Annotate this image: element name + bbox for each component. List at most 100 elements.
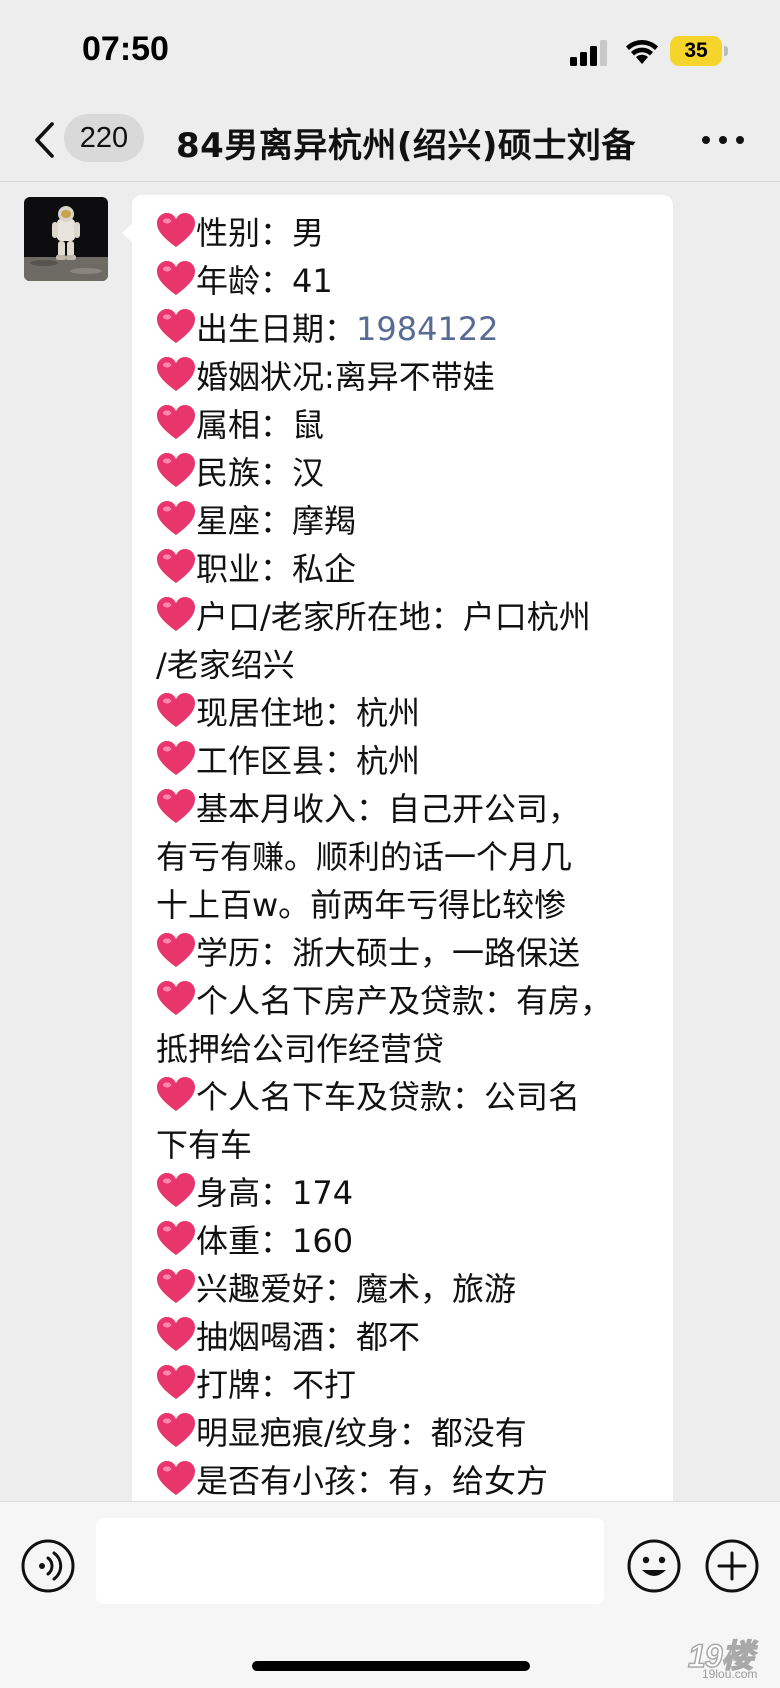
message-line: 民族：汉 [156,449,663,497]
red-heart-icon [157,1221,195,1255]
astronaut-avatar-image [24,197,108,281]
message-input[interactable] [96,1518,604,1604]
message-line: 个人名下车及贷款：公司名 [156,1073,663,1121]
message-line-text: 个人名下车及贷款：公司名 [196,1078,581,1116]
plus-icon[interactable] [704,1538,760,1594]
message-line: 抽烟喝酒：都不 [156,1313,663,1361]
message-line: 职业：私企 [156,545,663,593]
message-line-text: 工作区县：杭州 [196,742,421,780]
message-line-text: 明显疤痕/纹身：都没有 [196,1414,527,1452]
message-line: 学历：浙大硕士，一路保送 [156,929,663,977]
message-line: 十上百w。前两年亏得比较惨 [156,881,663,929]
chevron-left-icon[interactable] [30,118,60,162]
red-heart-icon [157,1269,195,1303]
red-heart-icon [157,261,195,295]
red-heart-icon [157,1365,195,1399]
watermark-domain: 19lou.com [702,1667,758,1681]
red-heart-icon [157,1317,195,1351]
message-line: 星座：摩羯 [156,497,663,545]
message-line-text: 学历：浙大硕士，一路保送 [196,934,581,972]
battery-level: 35 [670,36,722,66]
message-line: 出生日期：1984122 [156,305,663,353]
message-line-text: 下有车 [156,1126,253,1164]
red-heart-icon [157,981,195,1015]
message-line: 工作区县：杭州 [156,737,663,785]
status-bar: 07:50 35 [0,0,780,100]
message-line: 有亏有赚。顺利的话一个月几 [156,833,663,881]
voice-icon[interactable] [20,1538,76,1594]
phone-number-link[interactable]: 1984122 [356,310,499,348]
message-line: 现居住地：杭州 [156,689,663,737]
message-line-text: 职业：私企 [196,550,357,588]
message-line-text: /老家绍兴 [156,646,295,684]
chat-input-bar: 19楼 19lou.com [0,1501,780,1688]
red-heart-icon [157,789,195,823]
sender-avatar[interactable] [24,197,108,281]
red-heart-icon [157,213,195,247]
message-line-text: 婚姻状况:离异不带娃 [196,358,495,396]
red-heart-icon [157,1077,195,1111]
red-heart-icon [157,501,195,535]
red-heart-icon [157,1413,195,1447]
message-line-text: 年龄：41 [196,262,333,300]
message-list[interactable]: 性别：男年龄：41 出生日期：1984122 婚姻状况:离异不带娃 属相：鼠民族：汉星… [0,183,780,1501]
message-line-text: 现居住地：杭州 [196,694,421,732]
message-line-text: 民族：汉 [196,454,325,492]
message-line: 抵押给公司作经营贷 [156,1025,663,1073]
red-heart-icon [157,597,195,631]
message-line-text: 是否有小孩：有，给女方 [196,1462,549,1500]
red-heart-icon [157,1461,195,1495]
message-line-text: 体重：160 [196,1222,354,1260]
red-heart-icon [157,549,195,583]
message-line-text: 出生日期： [196,310,357,348]
site-watermark: 19楼 19lou.com [680,1631,774,1685]
message-line: 年龄：41 [156,257,663,305]
red-heart-icon [157,741,195,775]
message-line: 明显疤痕/纹身：都没有 [156,1409,663,1457]
message-line: 婚姻状况:离异不带娃 [156,353,663,401]
message-line: 户口/老家所在地：户口杭州 [156,593,663,641]
red-heart-icon [157,1173,195,1207]
message-line-text: 身高：174 [196,1174,354,1212]
red-heart-icon [157,309,195,343]
more-icon[interactable] [700,130,746,150]
message-line: 是否有小孩：有，给女方 [156,1457,663,1501]
message-line-text: 抽烟喝酒：都不 [196,1318,421,1356]
message-line: 兴趣爱好：魔术，旅游 [156,1265,663,1313]
message-line: 打牌：不打 [156,1361,663,1409]
home-indicator[interactable] [252,1661,530,1671]
message-line-text: 有亏有赚。顺利的话一个月几 [156,838,573,876]
battery-indicator: 35 [670,36,728,66]
red-heart-icon [157,933,195,967]
status-time: 07:50 [82,30,169,68]
message-line: 体重：160 [156,1217,663,1265]
red-heart-icon [157,405,195,439]
unread-count-badge[interactable]: 220 [64,114,144,162]
emoji-icon[interactable] [626,1538,682,1594]
message-line-text: 兴趣爱好：魔术，旅游 [196,1270,517,1308]
red-heart-icon [157,357,195,391]
message-line: /老家绍兴 [156,641,663,689]
message-line: 性别：男 [156,209,663,257]
red-heart-icon [157,693,195,727]
message-line-text: 性别：男 [196,214,325,252]
message-line-text: 打牌：不打 [196,1366,357,1404]
message-line: 属相：鼠 [156,401,663,449]
cellular-signal-icon [570,40,607,66]
message-line-text: 基本月收入：自己开公司， [196,790,581,828]
chat-nav-bar: 220 84男离异杭州(绍兴)硕士刘备 [0,100,780,182]
message-line-text: 属相：鼠 [196,406,325,444]
chat-title: 84男离异杭州(绍兴)硕士刘备 [176,126,636,166]
message-line-text: 户口/老家所在地：户口杭州 [196,598,591,636]
wifi-icon [626,40,658,64]
message-line-text: 十上百w。前两年亏得比较惨 [156,886,567,924]
message-line-text: 星座：摩羯 [196,502,357,540]
message-bubble[interactable]: 性别：男年龄：41 出生日期：1984122 婚姻状况:离异不带娃 属相：鼠民族：汉星… [122,195,673,1501]
message-line: 身高：174 [156,1169,663,1217]
message-line: 个人名下房产及贷款：有房， [156,977,663,1025]
message-line: 基本月收入：自己开公司， [156,785,663,833]
message-line-text: 个人名下房产及贷款：有房， [196,982,613,1020]
red-heart-icon [157,453,195,487]
battery-tip [724,46,728,56]
message-line: 下有车 [156,1121,663,1169]
